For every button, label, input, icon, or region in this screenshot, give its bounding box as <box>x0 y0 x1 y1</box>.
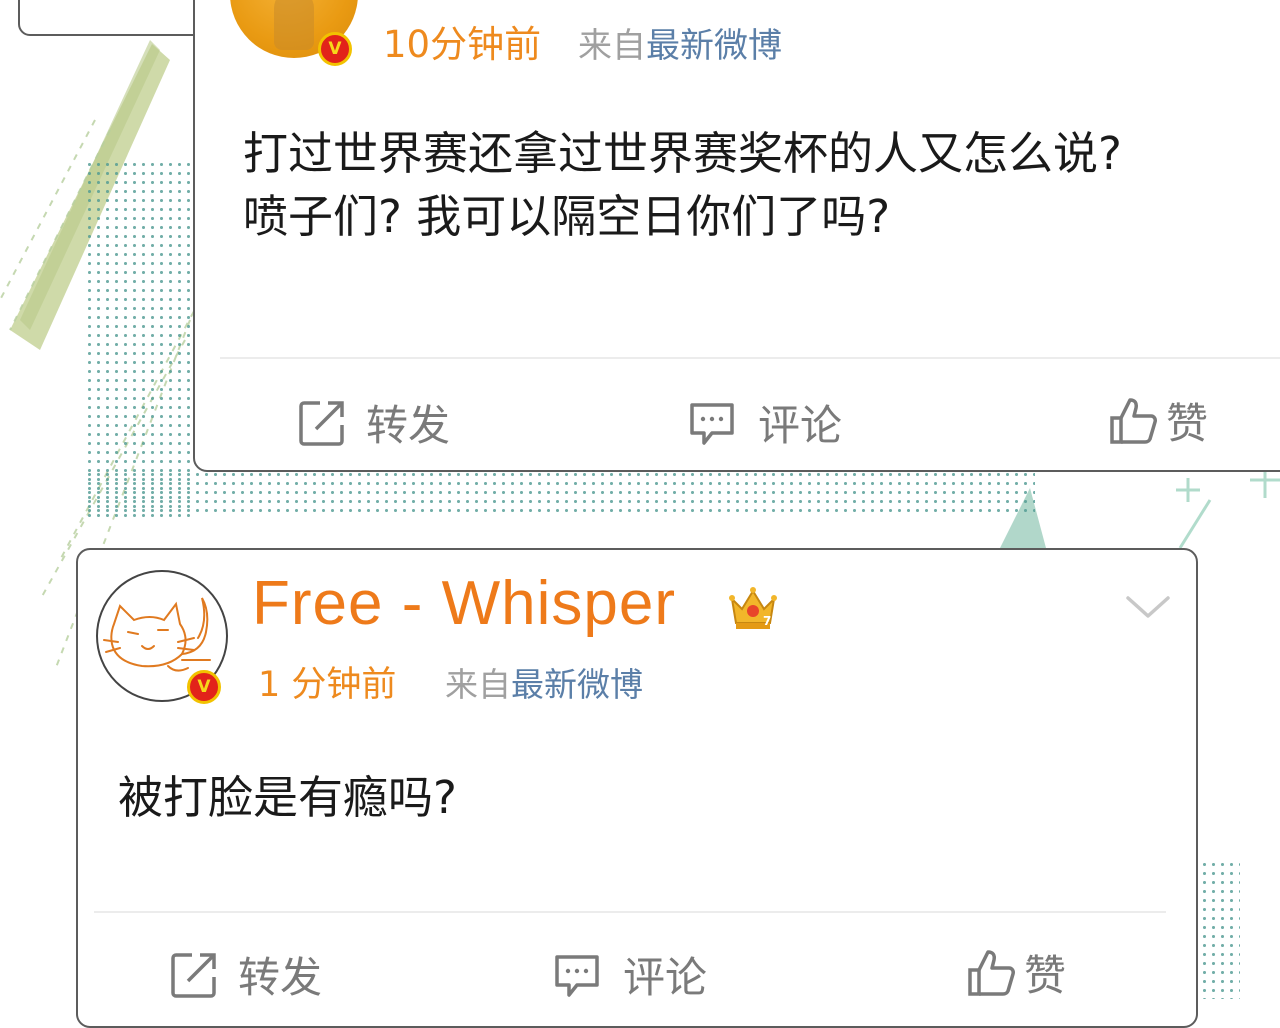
repost-icon <box>299 400 344 446</box>
post-text: 打过世界赛还拿过世界赛奖杯的人又怎么说? 喷子们? 我可以隔空日你们了吗? <box>243 122 1122 248</box>
comment-icon <box>555 954 599 997</box>
repost-label: 转发 <box>238 953 323 1002</box>
from-label: 来自 <box>578 26 646 66</box>
crown-level: 7 <box>763 614 771 628</box>
post-source: 来自最新微博 <box>445 658 643 706</box>
repost-label: 转发 <box>366 401 451 450</box>
like-button[interactable]: 赞 <box>966 942 1066 1003</box>
dot-pattern <box>1200 860 1240 999</box>
like-icon <box>968 949 1015 996</box>
like-label: 赞 <box>1166 399 1209 448</box>
post-time: 1 分钟前 <box>258 665 397 705</box>
dot-pattern <box>85 470 1035 512</box>
source-link[interactable]: 最新微博 <box>511 665 643 704</box>
source-link[interactable]: 最新微博 <box>646 26 782 66</box>
like-icon <box>1110 397 1157 444</box>
username[interactable]: Free - Whisper <box>252 568 676 639</box>
comment-label: 评论 <box>758 401 843 450</box>
like-button[interactable]: 赞 <box>1108 390 1208 451</box>
from-label: 来自 <box>445 665 511 704</box>
post-text: 被打脸是有瘾吗? <box>118 771 457 824</box>
repost-button[interactable]: 转发 <box>170 944 322 1005</box>
dot-pattern <box>85 160 195 520</box>
divider <box>94 911 1166 913</box>
chevron-down-icon[interactable] <box>1124 592 1172 622</box>
comment-label: 评论 <box>623 953 708 1002</box>
post-time: 10分钟前 <box>383 23 542 66</box>
divider <box>220 357 1280 359</box>
post-text-line: 打过世界赛还拿过世界赛奖杯的人又怎么说? <box>243 127 1122 180</box>
verified-badge-icon: V <box>318 32 352 66</box>
previous-card-fragment <box>18 0 218 36</box>
crown-icon: 7 <box>729 587 777 629</box>
post-source: 来自最新微博 <box>578 18 782 67</box>
post-text-line: 喷子们? 我可以隔空日你们了吗? <box>243 190 891 243</box>
like-label: 赞 <box>1024 951 1067 1000</box>
repost-icon <box>171 952 216 998</box>
comment-button[interactable]: 评论 <box>688 392 842 453</box>
comment-icon <box>690 402 734 445</box>
verified-badge-icon: V <box>187 670 221 704</box>
comment-button[interactable]: 评论 <box>553 944 707 1005</box>
repost-button[interactable]: 转发 <box>298 392 450 453</box>
